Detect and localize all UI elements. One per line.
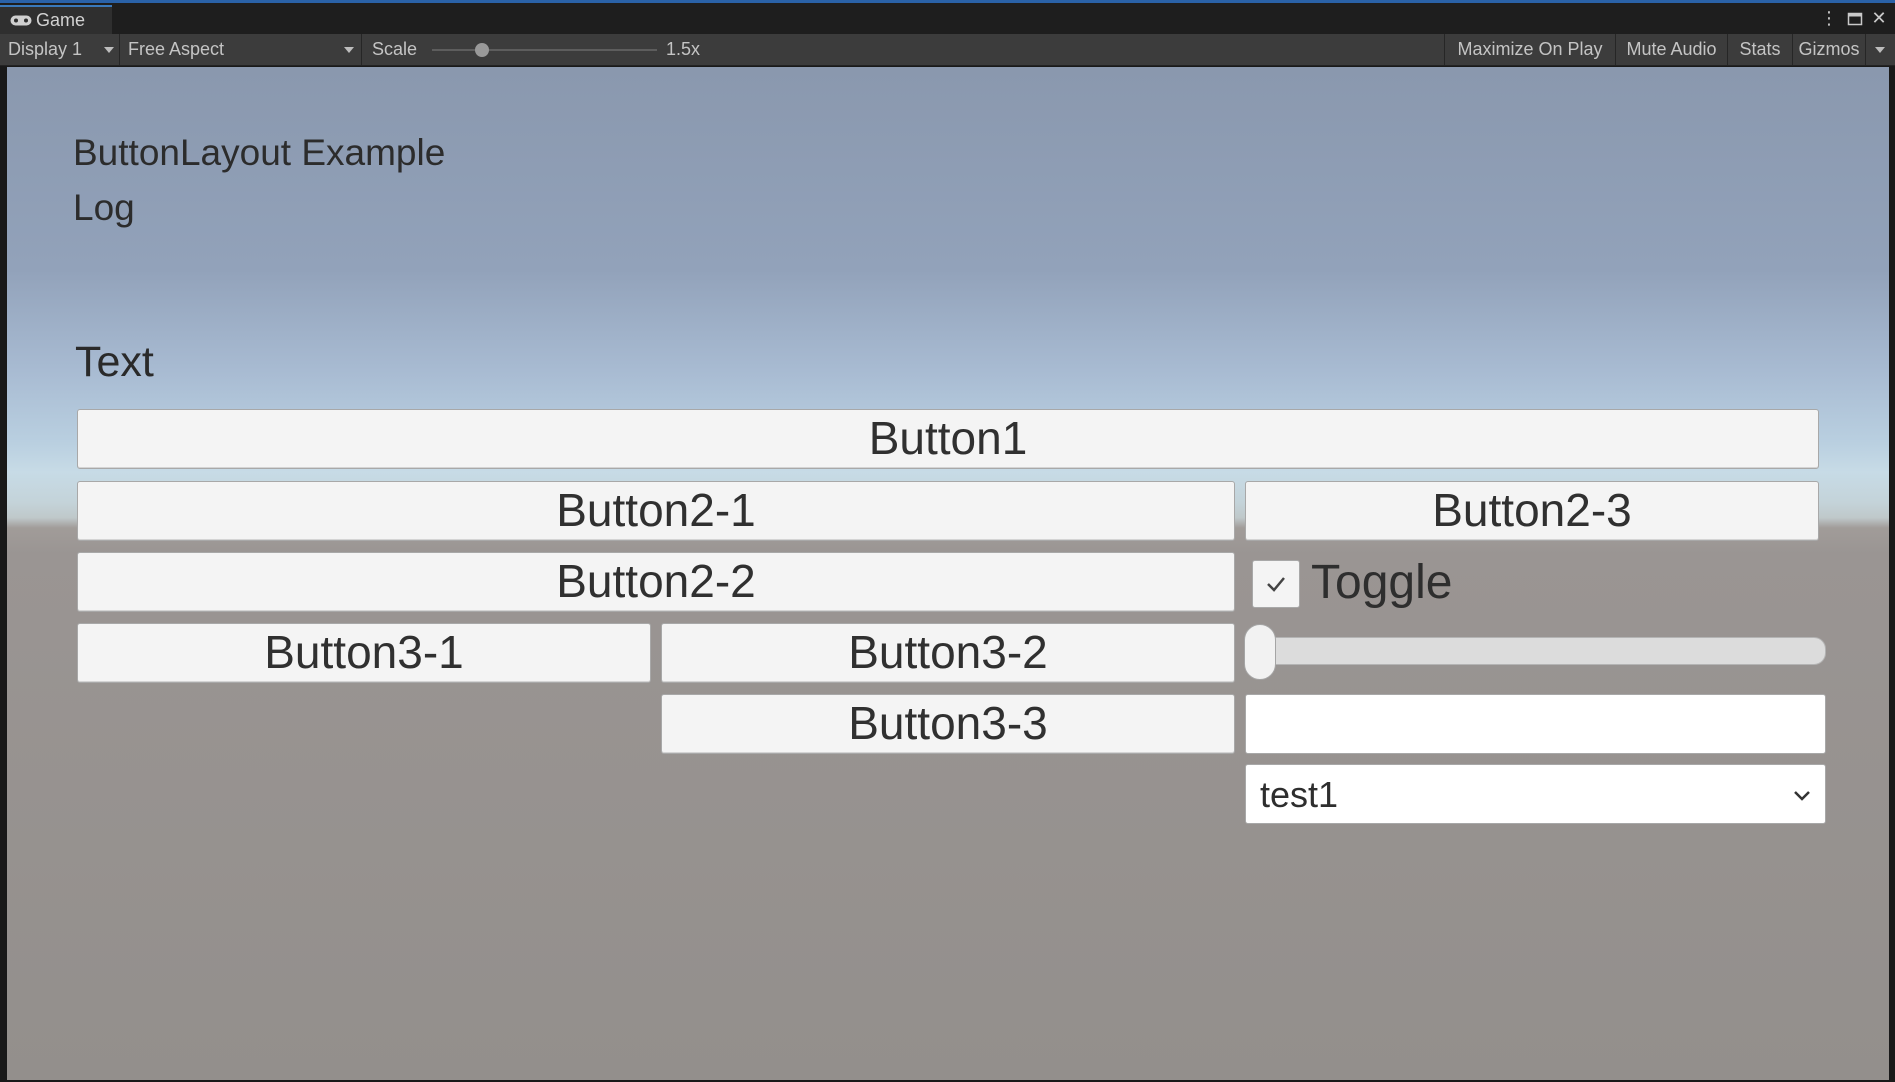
scale-slider-track[interactable] <box>432 49 657 51</box>
button1[interactable]: Button1 <box>77 409 1819 469</box>
maximize-on-play-button[interactable]: Maximize On Play <box>1445 34 1615 65</box>
game-toolbar: Display 1 Free Aspect Scale 1.5x Maximiz… <box>0 34 1895 66</box>
checkmark-icon <box>1267 577 1285 592</box>
button2-3[interactable]: Button2-3 <box>1245 481 1819 541</box>
aspect-value: Free Aspect <box>128 39 225 59</box>
close-icon[interactable]: ✕ <box>1868 3 1890 34</box>
dropdown[interactable]: test1 <box>1245 764 1826 824</box>
chevron-down-icon <box>104 47 114 53</box>
text-label: Text <box>75 338 154 386</box>
scale-slider-handle[interactable] <box>474 43 489 57</box>
dropdown-selected-value: test1 <box>1260 774 1339 815</box>
chevron-down-icon <box>344 47 354 53</box>
display-value: Display 1 <box>8 39 83 59</box>
mute-audio-button[interactable]: Mute Audio <box>1616 34 1727 65</box>
chevron-down-icon <box>1875 47 1885 53</box>
tab-bar: Game ⋮ ✕ <box>0 3 1895 34</box>
toggle-checkbox[interactable] <box>1252 560 1300 608</box>
tab-label: Game <box>36 10 86 30</box>
display-dropdown[interactable]: Display 1 <box>0 34 118 65</box>
divider <box>361 34 362 65</box>
scale-value: 1.5x <box>666 39 701 59</box>
example-title: ButtonLayout Example <box>73 132 446 173</box>
scale-label: Scale <box>372 39 418 59</box>
more-options-icon[interactable]: ⋮ <box>1818 3 1840 34</box>
maximize-icon[interactable] <box>1844 3 1866 34</box>
chevron-down-icon <box>1794 791 1810 801</box>
log-text: Log <box>73 187 135 228</box>
button3-2[interactable]: Button3-2 <box>661 623 1235 683</box>
gizmos-dropdown[interactable] <box>1866 34 1895 65</box>
tab-game[interactable]: Game <box>0 5 112 34</box>
toggle-label: Toggle <box>1311 556 1453 609</box>
game-viewport: ButtonLayout Example Log Text Button1 Bu… <box>7 67 1889 1080</box>
button3-3[interactable]: Button3-3 <box>661 694 1235 754</box>
gamepad-icon <box>10 15 32 26</box>
button2-1[interactable]: Button2-1 <box>77 481 1235 541</box>
button2-2[interactable]: Button2-2 <box>77 552 1235 612</box>
text-input-field[interactable] <box>1245 694 1826 754</box>
gizmos-button[interactable]: Gizmos <box>1793 34 1865 65</box>
stats-button[interactable]: Stats <box>1728 34 1792 65</box>
aspect-dropdown[interactable]: Free Aspect <box>120 34 360 65</box>
slider-track[interactable] <box>1252 637 1826 665</box>
button3-1[interactable]: Button3-1 <box>77 623 651 683</box>
slider-handle[interactable] <box>1244 624 1276 680</box>
